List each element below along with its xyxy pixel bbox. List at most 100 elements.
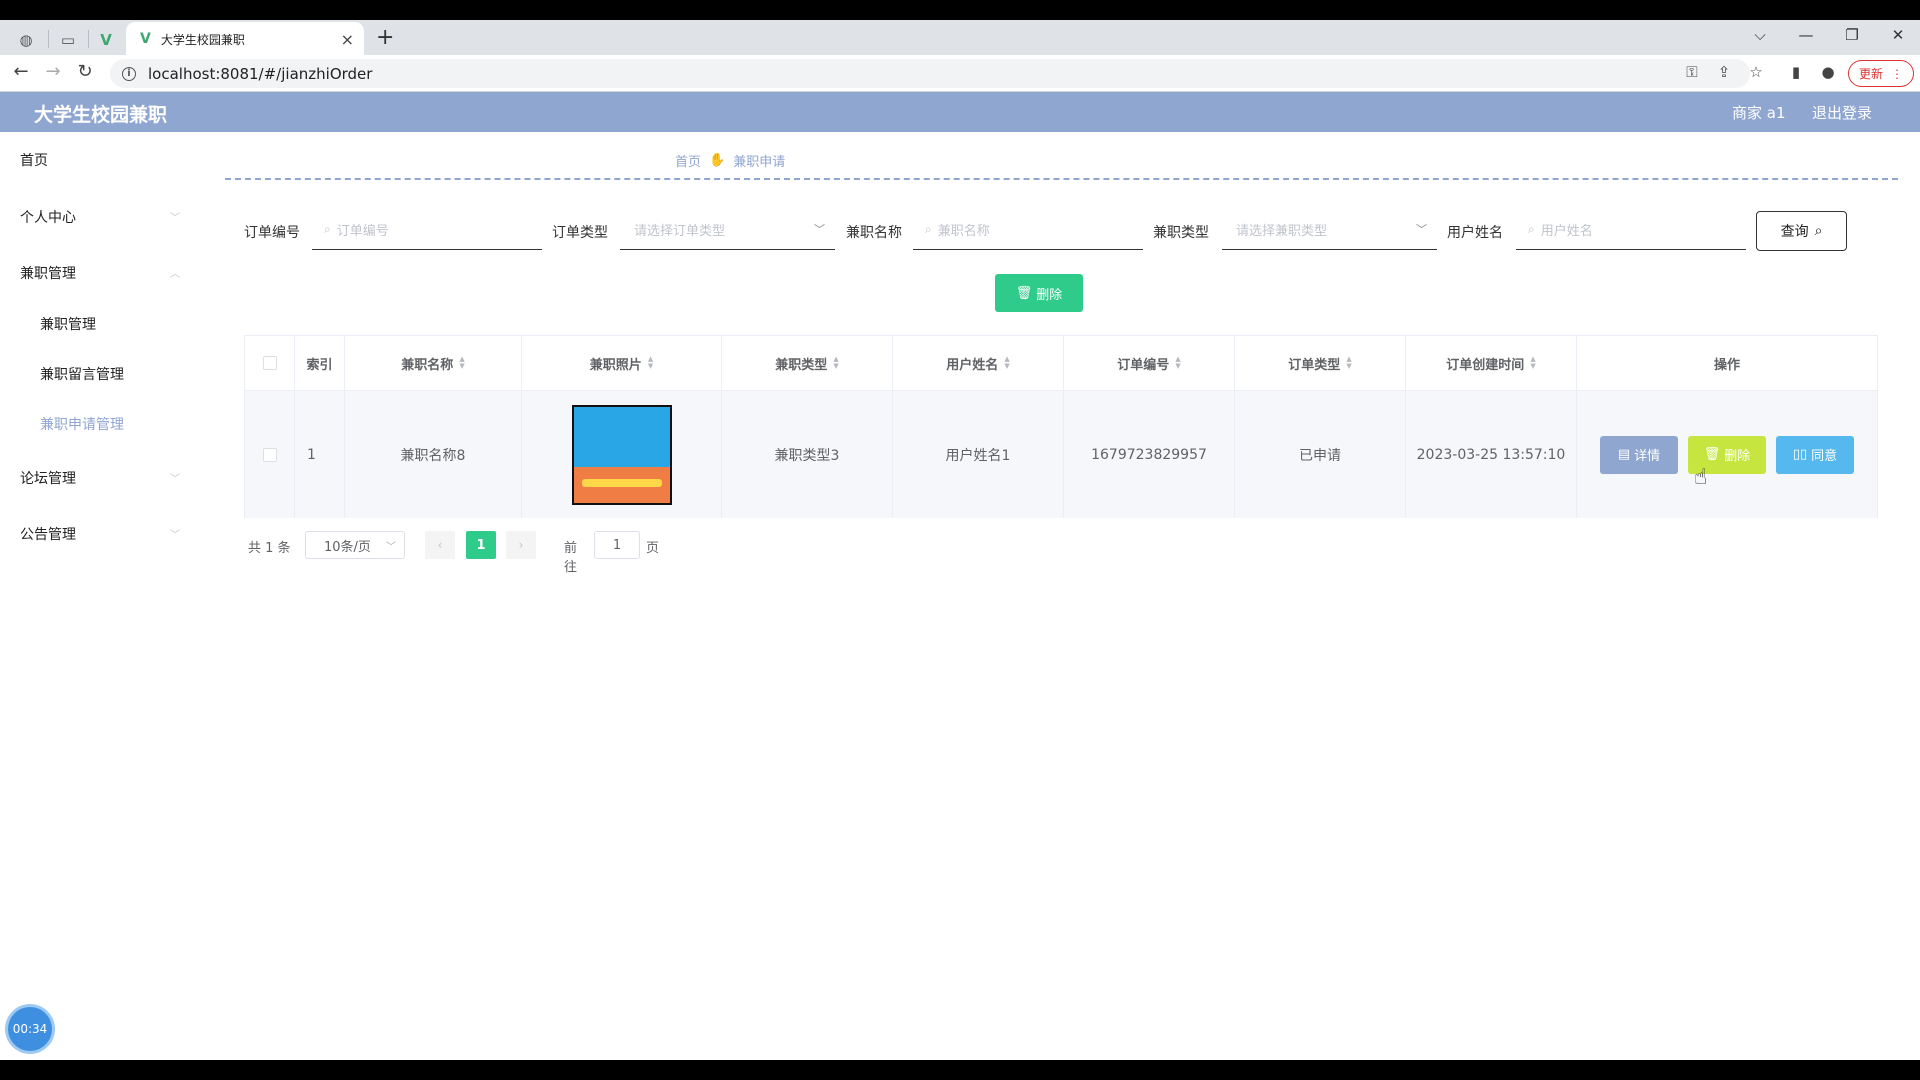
search-icon: ⌕ xyxy=(324,222,331,236)
column-header-label: 兼职照片 xyxy=(589,357,642,373)
update-label: 更新 xyxy=(1858,67,1883,81)
bulk-delete-label: 删除 xyxy=(1036,287,1063,303)
chevron-up-icon: ︿ xyxy=(170,269,180,280)
chevron-down-icon: ﹀ xyxy=(170,213,180,224)
address-bar[interactable]: i localhost:8081/#/jianzhiOrder xyxy=(110,59,1750,88)
row-checkbox[interactable] xyxy=(262,447,277,462)
select-all-checkbox[interactable] xyxy=(262,356,277,370)
browser-toolbar: ← → ↻ i localhost:8081/#/jianzhiOrder ⚿ … xyxy=(0,55,1920,92)
column-header-label: 用户姓名 xyxy=(946,357,999,373)
orders-table: 索引 兼职名称 ▲ ▼ 兼职照片 ▲ ▼ 兼职类型 ▲ ▼ 用户姓名 ▲ ▼ 订… xyxy=(244,335,1878,518)
close-window-icon[interactable]: ✕ xyxy=(1878,26,1918,44)
query-label: 查询 xyxy=(1780,224,1809,240)
tab-search-chevron-icon[interactable]: ⌵ xyxy=(1740,26,1780,44)
new-tab-button[interactable]: + xyxy=(376,25,394,50)
pinned-tab-vue-icon[interactable]: V xyxy=(88,26,124,54)
current-page-button[interactable]: 1 xyxy=(466,531,496,559)
forward-icon[interactable]: → xyxy=(40,61,66,82)
job-type-select[interactable]: 请选择兼职类型 ﹀ xyxy=(1222,210,1437,250)
bulk-delete-button[interactable]: 🗑 删除 xyxy=(995,274,1083,312)
next-page-button[interactable]: › xyxy=(506,531,536,559)
sidebar-item-label: 兼职管理 xyxy=(20,266,76,282)
page-size-select[interactable]: 10条/页 ﹀ xyxy=(305,531,405,559)
browser-update-button[interactable]: 更新 ⋮ xyxy=(1848,60,1914,87)
detail-button[interactable]: ▤ 详情 xyxy=(1600,435,1678,474)
column-header-job-type[interactable]: 兼职类型 ▲ ▼ xyxy=(722,336,893,390)
breadcrumb-home[interactable]: 首页 xyxy=(675,151,701,170)
column-header-label: 兼职名称 xyxy=(401,357,454,373)
column-header-job-name[interactable]: 兼职名称 ▲ ▼ xyxy=(345,336,522,390)
sidebar-subitem-job-comments[interactable]: 兼职留言管理 xyxy=(40,364,124,384)
sort-icon[interactable]: ▲ ▼ xyxy=(1530,356,1535,370)
goto-page-input[interactable]: 1 xyxy=(594,531,640,559)
restore-icon[interactable]: ❐ xyxy=(1832,26,1872,44)
sidebar-item-announcements[interactable]: 公告管理 ﹀ xyxy=(20,524,180,544)
sidebar-subitem-job-applications[interactable]: 兼职申请管理 xyxy=(40,414,124,434)
sidebar-item-label: 首页 xyxy=(20,153,48,169)
share-icon[interactable]: ⇪ xyxy=(1712,63,1736,81)
job-name-input[interactable]: ⌕ 兼职名称 xyxy=(913,210,1143,250)
query-button[interactable]: 查询 ⌕ xyxy=(1756,211,1847,251)
browser-tabbar: ◍ ▭ V V 大学生校园兼职 × + ⌵ — ❐ ✕ xyxy=(0,20,1920,56)
sidebar-item-forum[interactable]: 论坛管理 ﹀ xyxy=(20,468,180,488)
cell-job-photo xyxy=(522,391,722,518)
document-icon: ▤ xyxy=(1617,447,1631,462)
logout-link[interactable]: 退出登录 xyxy=(1812,102,1872,123)
site-info-icon[interactable]: i xyxy=(122,66,136,81)
column-header-created[interactable]: 订单创建时间 ▲ ▼ xyxy=(1406,336,1577,390)
profile-icon[interactable]: ● xyxy=(1816,63,1840,81)
column-header-order-no[interactable]: 订单编号 ▲ ▼ xyxy=(1064,336,1235,390)
active-browser-tab[interactable]: V 大学生校园兼职 × xyxy=(126,22,364,56)
agree-button[interactable]: ▯▯ 同意 xyxy=(1776,435,1854,474)
column-header-label: 索引 xyxy=(306,357,333,373)
tab-close-icon[interactable]: × xyxy=(341,30,354,49)
sidebar-item-home[interactable]: 首页 xyxy=(20,150,180,170)
order-no-input[interactable]: ⌕ 订单编号 xyxy=(312,210,542,250)
bookmark-star-icon[interactable]: ☆ xyxy=(1744,63,1768,81)
minimize-icon[interactable]: — xyxy=(1786,26,1826,44)
sidebar-item-label: 公告管理 xyxy=(20,527,76,543)
reload-icon[interactable]: ↻ xyxy=(72,61,98,82)
side-panel-icon[interactable]: ▮ xyxy=(1784,63,1808,81)
breadcrumb: 首页 ✋ 兼职申请 xyxy=(675,151,785,170)
pinned-tab-globe-icon[interactable]: ◍ xyxy=(8,26,44,54)
column-header-order-type[interactable]: 订单类型 ▲ ▼ xyxy=(1235,336,1406,390)
column-header-label: 兼职类型 xyxy=(775,357,828,373)
poster-background xyxy=(573,406,670,467)
column-header-job-photo[interactable]: 兼职照片 ▲ ▼ xyxy=(522,336,722,390)
pinned-tab-blank-icon[interactable]: ▭ xyxy=(50,26,86,54)
table-header: 索引 兼职名称 ▲ ▼ 兼职照片 ▲ ▼ 兼职类型 ▲ ▼ 用户姓名 ▲ ▼ 订… xyxy=(245,336,1877,391)
job-photo-thumbnail[interactable] xyxy=(571,404,672,505)
order-type-select[interactable]: 请选择订单类型 ﹀ xyxy=(620,210,835,250)
column-header-user-name[interactable]: 用户姓名 ▲ ▼ xyxy=(893,336,1064,390)
sort-icon[interactable]: ▲ ▼ xyxy=(648,356,653,370)
password-key-icon[interactable]: ⚿ xyxy=(1680,63,1704,81)
sort-icon[interactable]: ▲ ▼ xyxy=(459,356,464,370)
sidebar-subitem-job-management[interactable]: 兼职管理 xyxy=(40,314,96,334)
job-name-label: 兼职名称 xyxy=(846,225,902,241)
prev-page-button[interactable]: ‹ xyxy=(425,531,455,559)
column-header-actions: 操作 xyxy=(1577,336,1877,390)
trash-icon: 🗑 xyxy=(1015,285,1033,301)
user-name-input[interactable]: ⌕ 用户姓名 xyxy=(1516,210,1746,250)
cell-user-name: 用户姓名1 xyxy=(893,391,1064,518)
breadcrumb-hand-icon: ✋ xyxy=(709,153,726,168)
sort-icon[interactable]: ▲ ▼ xyxy=(833,356,838,370)
order-no-label: 订单编号 xyxy=(244,225,300,241)
screen: ◍ ▭ V V 大学生校园兼职 × + ⌵ — ❐ ✕ ← → ↻ i loca… xyxy=(0,0,1920,1080)
order-no-placeholder: 订单编号 xyxy=(336,224,389,239)
cell-job-name: 兼职名称8 xyxy=(345,391,522,518)
column-header-index: 索引 xyxy=(295,336,345,390)
search-icon: ⌕ xyxy=(1814,223,1823,239)
hand-cursor-icon: ☝ xyxy=(1694,465,1708,490)
back-icon[interactable]: ← xyxy=(8,61,34,82)
current-user: 商家 a1 xyxy=(1732,104,1786,122)
sort-icon[interactable]: ▲ ▼ xyxy=(1004,356,1009,370)
sort-icon[interactable]: ▲ ▼ xyxy=(1346,356,1351,370)
sidebar-item-job-management[interactable]: 兼职管理 ︿ xyxy=(20,263,180,283)
sidebar-item-personal-center[interactable]: 个人中心 ﹀ xyxy=(20,207,180,227)
user-name-placeholder: 用户姓名 xyxy=(1540,224,1593,239)
sort-icon[interactable]: ▲ ▼ xyxy=(1175,356,1180,370)
trash-icon: 🗑 xyxy=(1703,447,1721,462)
chevron-down-icon: ﹀ xyxy=(170,474,180,485)
